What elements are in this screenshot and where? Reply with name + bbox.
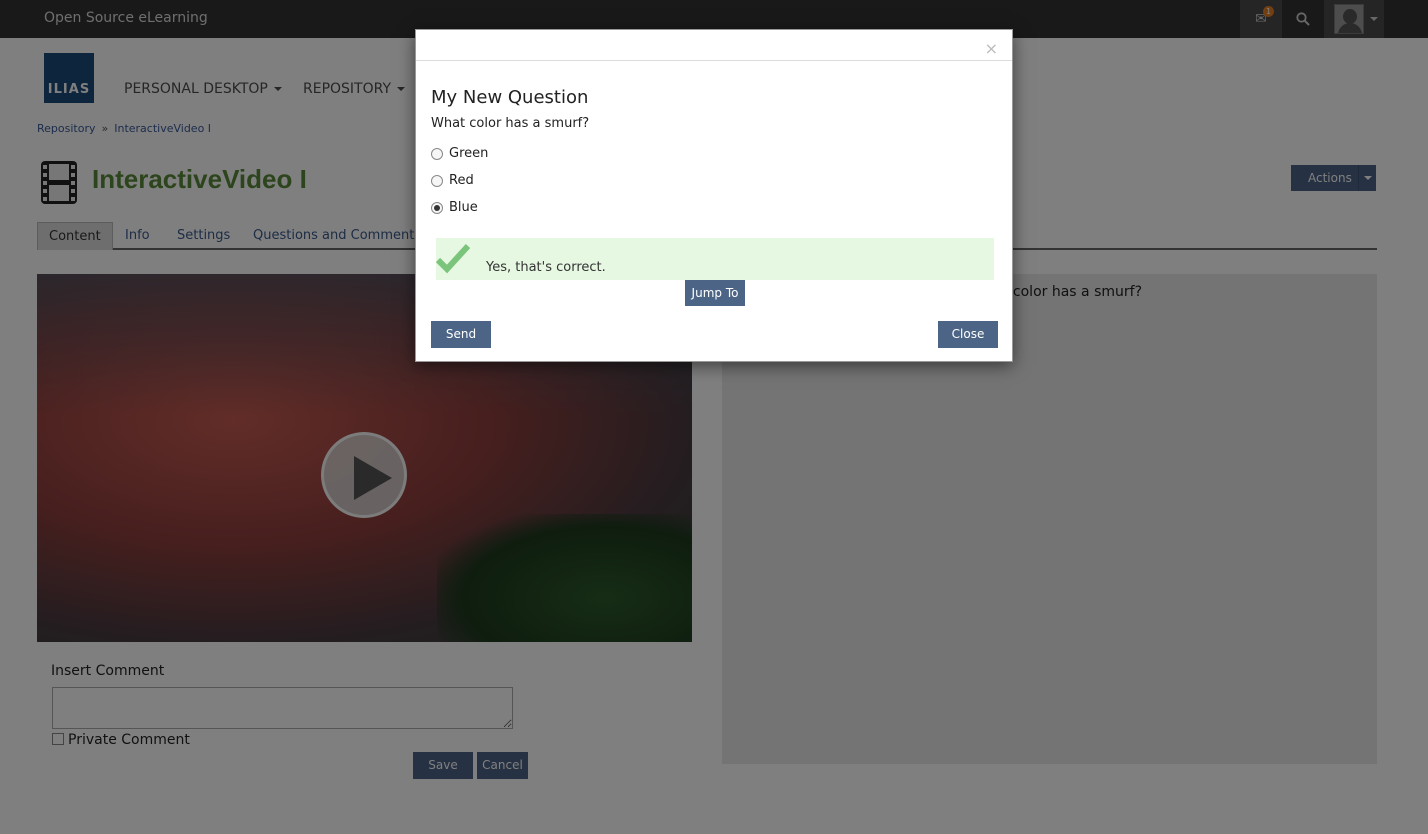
option-red[interactable]: Red — [431, 173, 474, 188]
radio-blue[interactable] — [431, 201, 443, 214]
feedback-text: Yes, that's correct. — [486, 260, 606, 275]
modal-header: × — [416, 30, 1012, 61]
option-label: Red — [449, 173, 474, 188]
checkmark-icon — [436, 243, 470, 274]
question-text: What color has a smurf? — [431, 116, 590, 131]
option-label: Green — [449, 146, 489, 161]
send-button[interactable]: Send — [431, 321, 491, 348]
close-button[interactable]: Close — [938, 321, 998, 348]
close-icon[interactable]: × — [985, 41, 998, 57]
option-blue[interactable]: Blue — [431, 200, 478, 215]
option-label: Blue — [449, 200, 478, 215]
radio-red[interactable] — [431, 174, 443, 187]
correct-feedback: Yes, that's correct. — [436, 238, 994, 280]
option-green[interactable]: Green — [431, 146, 488, 161]
jump-to-button[interactable]: Jump To — [685, 280, 745, 306]
modal-title: My New Question — [431, 87, 589, 108]
radio-green[interactable] — [431, 147, 443, 160]
question-modal: × My New Question What color has a smurf… — [415, 29, 1013, 362]
